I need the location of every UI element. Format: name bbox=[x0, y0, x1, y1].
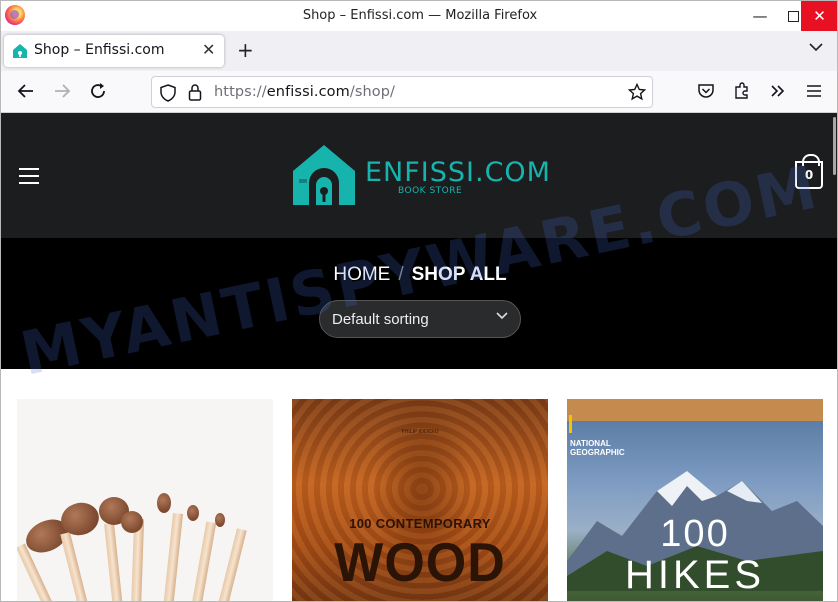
maximize-icon bbox=[787, 10, 799, 22]
publisher-line-2: GEOGRAPHIC bbox=[570, 448, 625, 457]
breadcrumb-separator: / bbox=[398, 264, 404, 285]
url-protocol: https:// bbox=[214, 84, 267, 100]
product-card-hikes-book[interactable]: NATIONAL GEOGRAPHIC 100 HIKES bbox=[567, 399, 823, 601]
product-grid: PHILIP JODIDIO 100 CONTEMPORARY WOOD NAT… bbox=[1, 369, 837, 601]
logo-name: ENFISSI.COM bbox=[365, 157, 551, 188]
new-tab-button[interactable]: + bbox=[237, 38, 254, 62]
lock-icon[interactable] bbox=[188, 83, 202, 101]
more-tools-button[interactable] bbox=[767, 80, 789, 102]
app-menu-button[interactable] bbox=[803, 80, 825, 102]
cart-count: 0 bbox=[804, 168, 814, 182]
logo-tagline: BOOK STORE bbox=[398, 186, 463, 196]
url-host: enfissi.com bbox=[266, 84, 350, 100]
breadcrumb-home-link[interactable]: HOME bbox=[333, 264, 390, 285]
sort-selected-value: Default sorting bbox=[332, 311, 429, 328]
nav-toolbar: https://enfissi.com/shop/ bbox=[1, 71, 837, 113]
close-window-button[interactable]: ✕ bbox=[801, 1, 837, 31]
list-all-tabs-button[interactable] bbox=[809, 41, 823, 55]
nat-geo-yellow-frame bbox=[569, 415, 572, 433]
site-header: ENFISSI.COM BOOK STORE 0 bbox=[1, 113, 837, 238]
pocket-button[interactable] bbox=[695, 80, 717, 102]
hamburger-menu-icon bbox=[807, 85, 821, 97]
cover-title: WOOD bbox=[334, 532, 506, 594]
cover-author: PHILIP JODIDIO bbox=[401, 429, 439, 435]
back-button[interactable] bbox=[15, 80, 37, 102]
cover-subtitle: 100 CONTEMPORARY bbox=[349, 516, 491, 531]
product-card-brushes[interactable] bbox=[17, 399, 273, 601]
url-bar[interactable]: https://enfissi.com/shop/ bbox=[151, 76, 653, 108]
chevron-down-icon bbox=[496, 311, 508, 323]
scrollbar-thumb[interactable] bbox=[833, 117, 836, 175]
breadcrumb: HOME / SHOP ALL bbox=[1, 264, 837, 286]
breadcrumb-current: SHOP ALL bbox=[411, 264, 507, 285]
tab-title: Shop – Enfissi.com bbox=[34, 42, 165, 58]
tab-shop[interactable]: Shop – Enfissi.com ✕ bbox=[4, 35, 224, 67]
double-chevron-right-icon bbox=[771, 85, 785, 97]
chevron-down-icon bbox=[809, 43, 823, 52]
sort-select[interactable]: Default sorting bbox=[319, 300, 521, 338]
forward-button[interactable] bbox=[51, 80, 73, 102]
reload-icon bbox=[91, 83, 105, 98]
product-card-wood-book[interactable]: PHILIP JODIDIO 100 CONTEMPORARY WOOD bbox=[292, 399, 548, 601]
url-path: /shop/ bbox=[349, 84, 396, 100]
publisher-label: NATIONAL GEOGRAPHIC bbox=[570, 439, 625, 457]
puzzle-piece-icon bbox=[735, 82, 748, 99]
menu-line bbox=[19, 175, 39, 177]
web-page: ENFISSI.COM BOOK STORE 0 HOME / SHOP ALL D… bbox=[1, 113, 837, 601]
pocket-icon bbox=[698, 84, 714, 98]
browser-window: Shop – Enfissi.com — Mozilla Firefox — ✕… bbox=[0, 0, 838, 602]
shop-hero: HOME / SHOP ALL Default sorting bbox=[1, 238, 837, 369]
url-text[interactable]: https://enfissi.com/shop/ bbox=[214, 84, 395, 100]
extensions-button[interactable] bbox=[731, 80, 753, 102]
reload-button[interactable] bbox=[87, 80, 109, 102]
bookmark-star-icon[interactable] bbox=[628, 83, 646, 101]
cart-button[interactable]: 0 bbox=[795, 154, 823, 189]
arrow-right-icon bbox=[55, 84, 71, 98]
cover-title: HIKES bbox=[624, 553, 766, 597]
cover-number: 100 bbox=[660, 513, 730, 555]
site-logo[interactable]: ENFISSI.COM BOOK STORE bbox=[291, 143, 550, 211]
menu-line bbox=[19, 168, 39, 170]
house-keyhole-logo-icon bbox=[293, 145, 355, 205]
site-favicon-icon bbox=[13, 44, 27, 58]
product-image-makeup-brushes bbox=[17, 399, 273, 601]
title-bar: Shop – Enfissi.com — Mozilla Firefox — ✕ bbox=[1, 1, 837, 31]
menu-line bbox=[19, 182, 39, 184]
tab-strip: Shop – Enfissi.com ✕ + bbox=[1, 31, 837, 71]
shield-icon[interactable] bbox=[160, 84, 176, 102]
site-menu-button[interactable] bbox=[19, 168, 39, 189]
page-scrollbar[interactable] bbox=[829, 113, 837, 601]
publisher-line-1: NATIONAL bbox=[570, 439, 611, 448]
arrow-left-icon bbox=[17, 84, 33, 98]
window-title: Shop – Enfissi.com — Mozilla Firefox bbox=[302, 8, 538, 23]
tab-close-button[interactable]: ✕ bbox=[202, 40, 215, 59]
